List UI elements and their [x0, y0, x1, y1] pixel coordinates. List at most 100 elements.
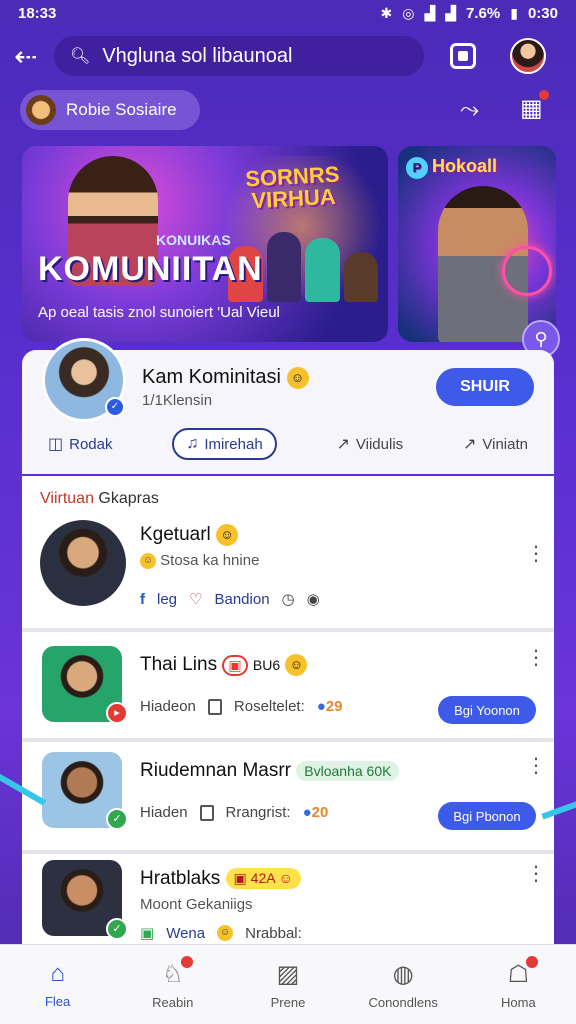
- notification-dot: [180, 955, 193, 968]
- signal-icon: ▟: [424, 4, 436, 21]
- post-title: Kgetuarl ☺: [140, 524, 239, 546]
- nav-communities[interactable]: ◍ Conondlens: [353, 960, 453, 1010]
- chip-label: Robie Sosiaire: [66, 100, 177, 119]
- profile-actions: ◫ Rodak ♫ Imirehah ↗ Viidulis ↗ Viniatn: [22, 428, 554, 460]
- emoji-icon: ☺: [285, 654, 308, 676]
- heart-icon[interactable]: ♡: [189, 590, 202, 608]
- video-badge-icon: ▸: [106, 702, 128, 724]
- tag-badge: Bvloanha 60K: [296, 760, 400, 781]
- list-item[interactable]: Kgetuarl ☺ ☺ Stosa ka hnine f leg ♡ Band…: [22, 516, 554, 632]
- more-icon[interactable]: ⋮: [526, 756, 546, 776]
- banner-subtitle: Ap oeal tasis znol sunoiert 'Ual Vieul: [38, 304, 280, 321]
- more-icon[interactable]: ⋮: [526, 544, 546, 564]
- bluetooth-icon: ✱: [380, 4, 393, 21]
- share-icon[interactable]: ⤳: [460, 96, 479, 124]
- post-meta: Hiaden Rrangrist: ●20: [140, 804, 329, 821]
- count-badge: ●29: [316, 698, 343, 715]
- action-read[interactable]: ◫ Rodak: [48, 434, 112, 454]
- avatar[interactable]: [510, 38, 546, 74]
- action-pill[interactable]: ♫ Imirehah: [172, 428, 277, 460]
- more-icon[interactable]: ⋮: [526, 648, 546, 668]
- list-item[interactable]: ▸ Thai Lins ▣ BU6 ☺ Hiadeon Roseltelet: …: [22, 628, 554, 738]
- banner-title: KOMUNIITAN: [38, 250, 263, 288]
- post-action-button[interactable]: Bgi Yoonon: [438, 696, 536, 724]
- banner-small-tag: KONUIKAS: [156, 232, 231, 248]
- tag-badge: ▣ 42A ☺: [225, 868, 301, 890]
- feed-list: Viirtuan Gkapras Kgetuarl ☺ ☺ Stosa ka h…: [22, 476, 554, 946]
- flag-icon: ▣: [140, 925, 155, 942]
- emoji-icon: ☺: [140, 553, 156, 570]
- notification-dot: [538, 90, 549, 100]
- post-meta: Hiadeon Roseltelet: ●29: [140, 698, 343, 715]
- store-icon[interactable]: ▦: [520, 90, 549, 123]
- post-avatar: [40, 520, 126, 606]
- emoji-icon: ☺: [217, 925, 234, 941]
- p-badge-icon: P: [406, 157, 428, 179]
- more-icon[interactable]: ⋮: [526, 864, 546, 884]
- search-icon: 🔍︎: [70, 48, 91, 65]
- post-meta: ▣ Wena ☺ Nrabbal:: [140, 924, 302, 943]
- post-subtitle: ☺ Stosa ka hnine: [140, 552, 259, 570]
- emoji-icon: ☺: [216, 524, 239, 546]
- image-icon: ▨: [276, 960, 300, 988]
- nav-gallery[interactable]: ▨ Prene: [238, 960, 338, 1010]
- post-title: Riudemnan Masrr Bvloanha 60K: [140, 760, 400, 782]
- main-banner[interactable]: SORNRS VIRHUA KONUIKAS KOMUNIITAN Ap oea…: [22, 146, 388, 342]
- back-arrow-icon[interactable]: ⇠: [14, 40, 54, 73]
- action-forward[interactable]: ↗ Viniatn: [463, 434, 528, 454]
- chat-icon: ◫: [48, 436, 64, 453]
- status-clock: 0:30: [527, 4, 558, 22]
- home-icon: ⌂: [50, 960, 65, 987]
- profile-subtitle: 1/1Klensin: [142, 392, 213, 409]
- follow-button[interactable]: SHUIR: [436, 368, 534, 406]
- calendar-icon: ▣: [222, 654, 248, 676]
- bell-icon: ♫: [186, 435, 199, 452]
- post-meta: f leg ♡ Bandion ◷ ◉: [140, 590, 320, 609]
- camera-icon[interactable]: ◉: [307, 590, 320, 608]
- share-arrow-icon: ↗: [336, 436, 350, 453]
- verified-icon: ✓: [105, 397, 125, 417]
- neon-sign: [502, 246, 552, 296]
- chip-avatar: [26, 95, 56, 125]
- facebook-icon[interactable]: f: [140, 591, 145, 608]
- list-item[interactable]: ✓ Hratblaks ▣ 42A ☺ Moont Gekaniigs ▣ We…: [22, 850, 554, 946]
- secondary-banner[interactable]: P Hokoall: [398, 146, 556, 342]
- calendar-icon: ▣: [233, 870, 251, 887]
- profile-name: Kam Kominitasi ☺: [142, 366, 309, 389]
- top-bar: ⇠ 🔍︎ Vhgluna sol libaunoal: [0, 34, 576, 78]
- nav-home[interactable]: ⌂ Flea: [8, 960, 108, 1009]
- search-text: Vhgluna sol libaunoal: [102, 44, 293, 67]
- battery-percent: 7.6%: [466, 4, 501, 22]
- status-bar: 18:33 ✱ ◎ ▟ ▟ 7.6% ▮ 0:30: [0, 0, 576, 26]
- profile-card: ✓ Kam Kominitasi ☺ 1/1Klensin SHUIR ◫ Ro…: [22, 338, 554, 474]
- status-time: 18:33: [18, 4, 57, 22]
- clock-icon[interactable]: ◷: [282, 590, 295, 608]
- count-badge: ●20: [302, 804, 329, 821]
- document-icon: [199, 804, 214, 821]
- battery-icon: ▮: [510, 4, 518, 21]
- notification-dot: [526, 955, 539, 968]
- action-share[interactable]: ↗ Viidulis: [337, 434, 404, 454]
- forward-arrow-icon: ↗: [462, 436, 477, 453]
- post-action-button[interactable]: Bgi Pbonon: [438, 802, 536, 830]
- post-subtitle: Moont Gekaniigs: [140, 896, 253, 913]
- banner-sign: SORNRS VIRHUA: [244, 161, 341, 214]
- post-title: Thai Lins ▣ BU6 ☺: [140, 654, 308, 676]
- document-icon: [207, 698, 222, 715]
- signal-icon-2: ▟: [445, 4, 457, 21]
- nav-profile[interactable]: ☖ Homa: [468, 955, 568, 1010]
- alarm-icon: ◎: [402, 4, 415, 21]
- search-input[interactable]: 🔍︎ Vhgluna sol libaunoal: [54, 36, 424, 76]
- window-icon[interactable]: [450, 43, 476, 69]
- profile-avatar[interactable]: ✓: [42, 338, 126, 422]
- list-item[interactable]: ✓ Riudemnan Masrr Bvloanha 60K Hiaden Rr…: [22, 738, 554, 850]
- post-title: Hratblaks ▣ 42A ☺: [140, 868, 301, 890]
- secondary-banner-title: P Hokoall: [406, 156, 548, 179]
- bottom-nav: ⌂ Flea ♘ Reabin ▨ Prene ◍ Conondlens ☖ H…: [0, 944, 576, 1024]
- feed-header: Viirtuan Gkapras: [40, 490, 159, 507]
- palette-icon: ◍: [392, 960, 414, 988]
- nav-notifications[interactable]: ♘ Reabin: [123, 955, 223, 1010]
- community-chip[interactable]: Robie Sosiaire: [20, 90, 200, 130]
- check-badge-icon: ✓: [106, 808, 128, 830]
- emoji-icon: ☺: [286, 366, 309, 389]
